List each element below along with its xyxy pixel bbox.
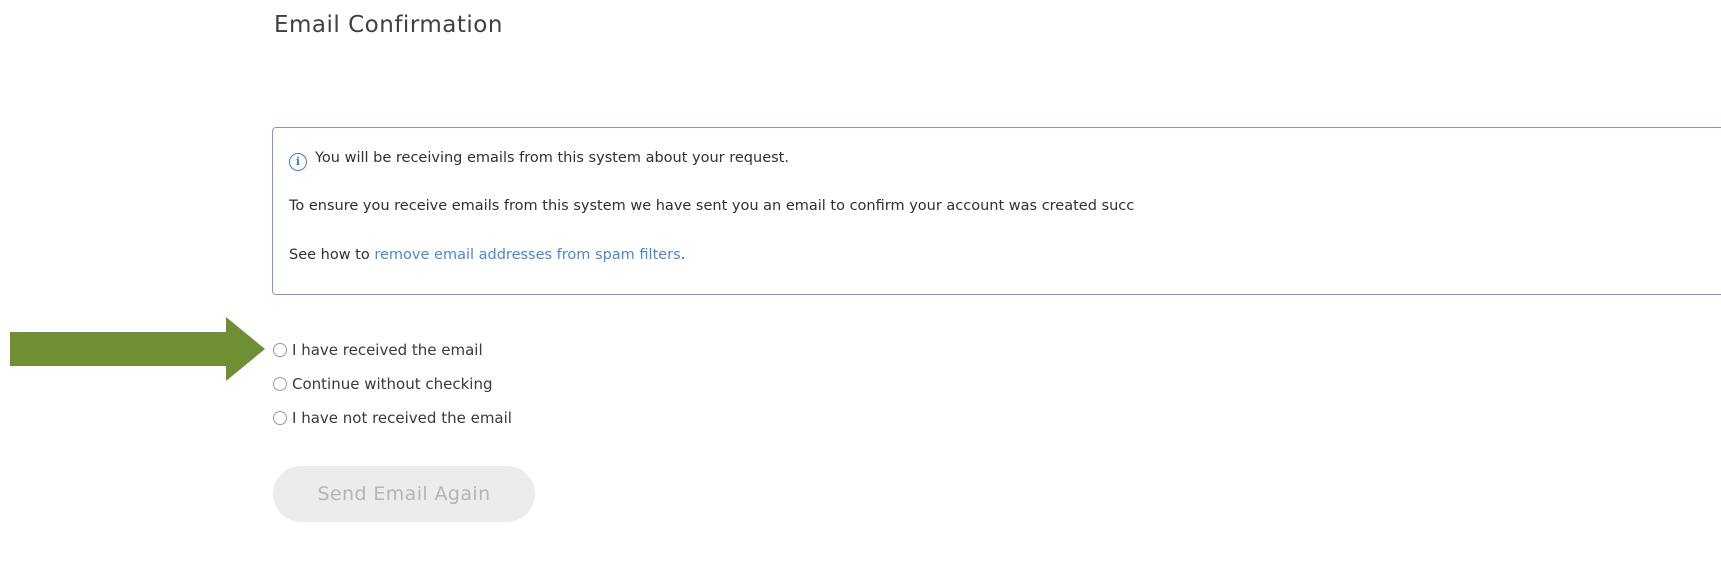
send-email-again-button[interactable]: Send Email Again	[273, 466, 535, 522]
arrow-icon	[10, 317, 265, 381]
info-message: You will be receiving emails from this s…	[315, 150, 789, 166]
info-line-3: See how to remove email addresses from s…	[289, 247, 685, 263]
spam-filter-link[interactable]: remove email addresses from spam filters	[374, 247, 680, 263]
spam-filter-suffix: .	[680, 247, 686, 263]
radio-button-received[interactable]	[273, 342, 287, 357]
radio-button-not-received[interactable]	[273, 410, 287, 425]
radio-label-received: I have received the email	[292, 340, 483, 359]
info-line-2: To ensure you receive emails from this s…	[289, 198, 1135, 214]
radio-option-not-received[interactable]: I have not received the email	[273, 406, 512, 429]
radio-button-continue[interactable]	[273, 376, 287, 391]
radio-option-continue[interactable]: Continue without checking	[273, 372, 512, 395]
page-title: Email Confirmation	[274, 12, 503, 38]
radio-option-received[interactable]: I have received the email	[273, 338, 512, 361]
email-confirmation-radio-group: I have received the email Continue witho…	[273, 338, 512, 429]
info-icon: i	[289, 153, 307, 171]
radio-label-not-received: I have not received the email	[292, 408, 512, 427]
spam-filter-prefix: See how to	[289, 247, 375, 263]
radio-label-continue: Continue without checking	[292, 374, 493, 393]
info-line-1: i You will be receiving emails from this …	[289, 150, 789, 171]
info-box: i You will be receiving emails from this …	[272, 127, 1721, 295]
